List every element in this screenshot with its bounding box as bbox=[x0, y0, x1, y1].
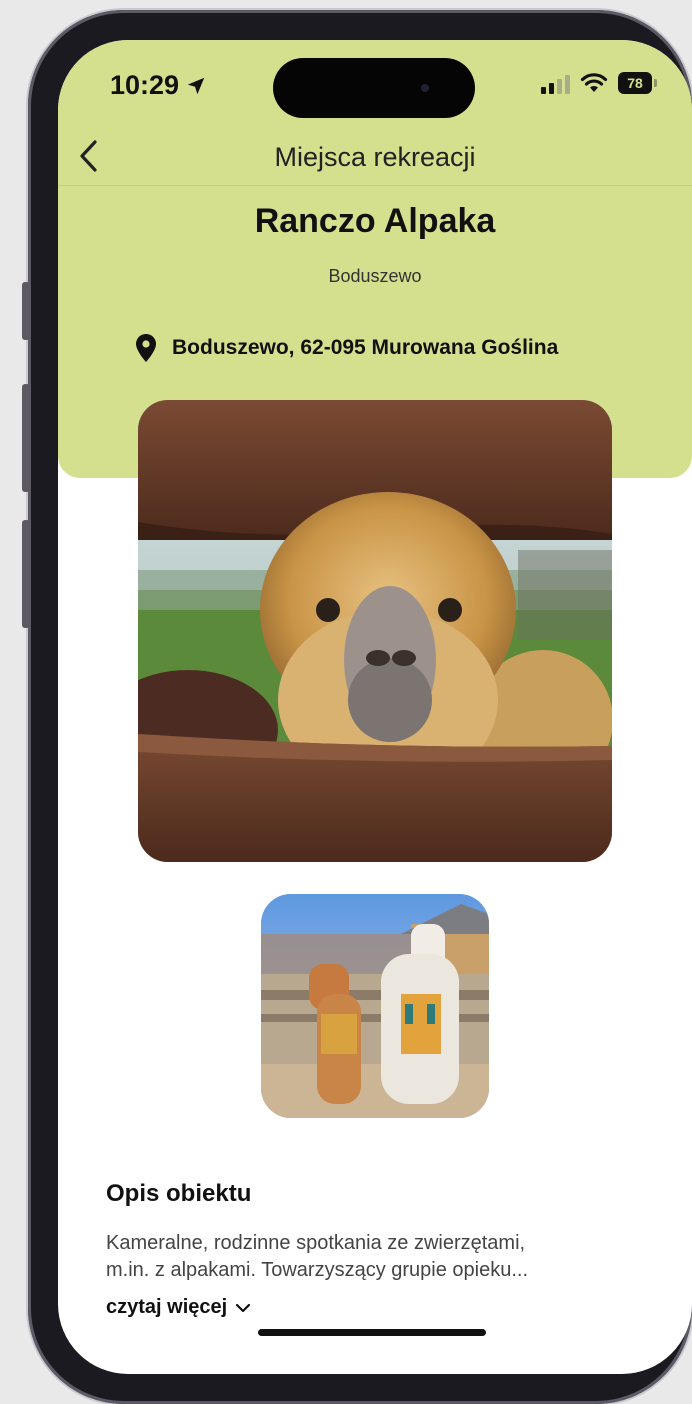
battery-level: 78 bbox=[627, 75, 643, 91]
side-button-volume-up bbox=[22, 384, 30, 492]
read-more-label: czytaj więcej bbox=[106, 1296, 228, 1318]
main-photo[interactable] bbox=[138, 400, 612, 862]
address-row[interactable]: Boduszewo, 62-095 Murowana Goślina bbox=[136, 334, 558, 362]
camera-dot bbox=[421, 84, 429, 92]
side-button-action bbox=[22, 282, 30, 340]
cellular-signal-icon bbox=[541, 72, 570, 94]
status-icons: 78 bbox=[541, 72, 657, 94]
place-title: Ranczo Alpaka bbox=[254, 202, 496, 240]
read-more-button[interactable]: czytaj więcej bbox=[106, 1296, 251, 1319]
wifi-icon bbox=[580, 73, 608, 92]
map-pin-icon bbox=[136, 334, 156, 362]
alpacas-photo-image bbox=[261, 894, 489, 1118]
dynamic-island bbox=[273, 58, 475, 118]
navigation-bar: Miejsca rekreacji bbox=[58, 128, 692, 186]
status-time-text: 10:29 bbox=[110, 70, 180, 100]
description-title: Opis obiektu bbox=[106, 1180, 252, 1207]
chevron-down-icon bbox=[236, 1303, 251, 1312]
alpaca-photo-image bbox=[138, 400, 612, 862]
description-line-2: m.in. z alpakami. Towarzyszący grupie op… bbox=[106, 1259, 529, 1281]
location-arrow-icon bbox=[187, 77, 205, 94]
nav-title: Miejsca rekreacji bbox=[274, 142, 476, 172]
thumbnail-photo[interactable] bbox=[261, 894, 489, 1118]
home-indicator[interactable] bbox=[258, 1329, 486, 1336]
battery-icon: 78 bbox=[618, 72, 657, 94]
screen: 10:29 78 Miejsca rekreacji Ranczo Alpaka… bbox=[58, 40, 692, 1374]
description-text: Kameralne, rodzinne spotkania ze zwierzę… bbox=[106, 1230, 666, 1284]
description-line-1: Kameralne, rodzinne spotkania ze zwierzę… bbox=[106, 1232, 526, 1254]
status-time: 10:29 bbox=[110, 70, 207, 101]
side-button-volume-down bbox=[22, 520, 30, 628]
place-locality: Boduszewo bbox=[328, 266, 422, 286]
address-text: Boduszewo, 62-095 Murowana Goślina bbox=[172, 336, 559, 359]
